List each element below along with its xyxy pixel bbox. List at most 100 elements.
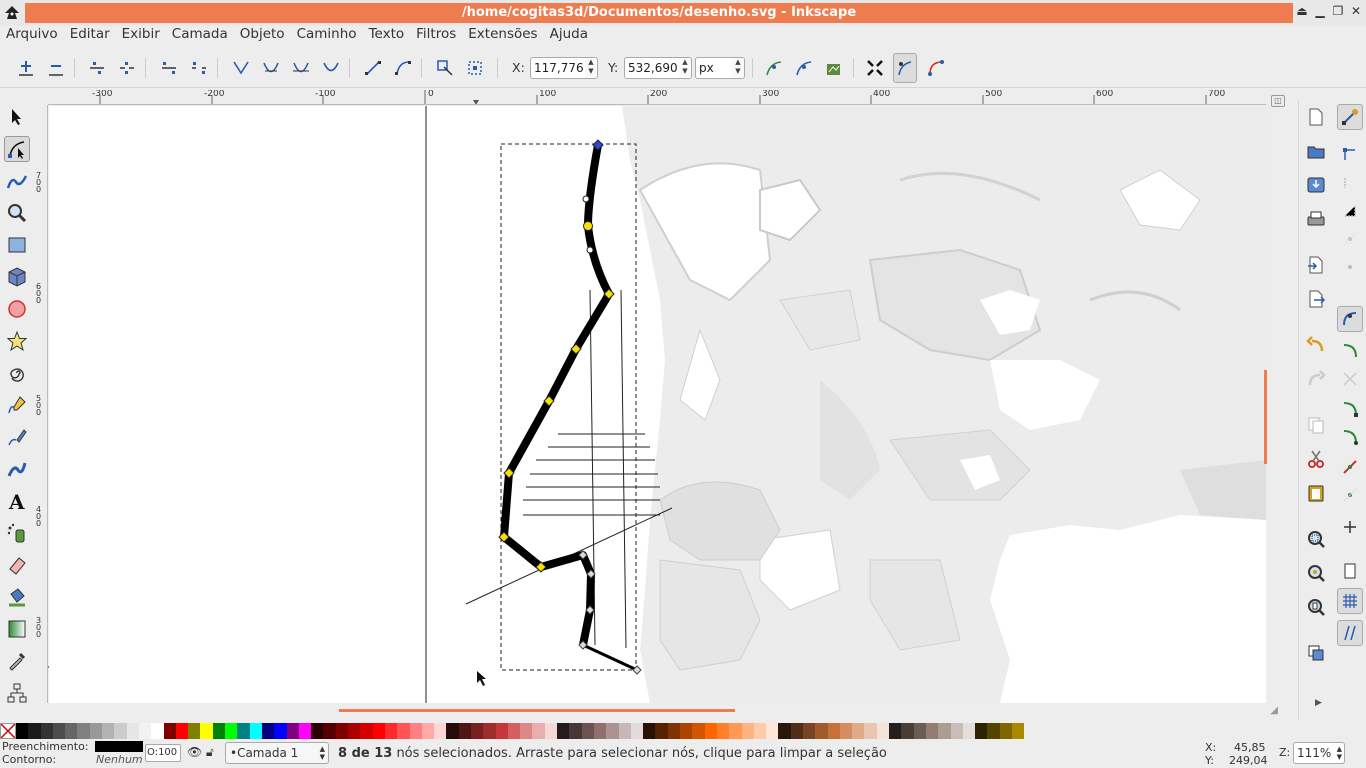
palette-swatch[interactable] bbox=[483, 723, 496, 739]
palette-swatch[interactable] bbox=[16, 723, 29, 739]
text-tool-icon[interactable]: A bbox=[4, 488, 30, 514]
segment-curve-icon[interactable] bbox=[391, 56, 415, 80]
palette-swatch[interactable] bbox=[975, 723, 988, 739]
x-spin-arrows-icon[interactable]: ▲ ▼ bbox=[585, 58, 597, 78]
unit-select[interactable]: px ▲ ▼ bbox=[695, 57, 745, 79]
palette-swatch[interactable] bbox=[348, 723, 361, 739]
palette-swatch[interactable] bbox=[298, 723, 312, 739]
join-segment-icon[interactable] bbox=[157, 56, 181, 80]
menu-texto[interactable]: Texto bbox=[363, 26, 411, 47]
right-bar-expand-arrow-icon[interactable]: ▶ bbox=[1315, 698, 1322, 708]
palette-swatch[interactable] bbox=[569, 723, 582, 739]
palette-swatch[interactable] bbox=[102, 723, 115, 739]
redo-icon[interactable] bbox=[1303, 366, 1329, 392]
snap-nodes-icon[interactable] bbox=[1337, 306, 1363, 332]
vertical-ruler[interactable]: 700 600 500 400 300 bbox=[34, 105, 48, 703]
palette-swatch[interactable] bbox=[630, 723, 644, 739]
palette-swatch[interactable] bbox=[815, 723, 828, 739]
palette-swatch[interactable] bbox=[520, 723, 533, 739]
palette-swatch[interactable] bbox=[643, 723, 656, 739]
palette-swatch[interactable] bbox=[950, 723, 963, 739]
snap-smooth-nodes-icon[interactable] bbox=[1337, 424, 1363, 450]
snap-bbox-edge-icon[interactable] bbox=[1337, 170, 1363, 196]
save-document-icon[interactable] bbox=[1303, 172, 1329, 198]
palette-swatch[interactable] bbox=[458, 723, 471, 739]
menu-objeto[interactable]: Objeto bbox=[234, 26, 291, 47]
snap-bbox-icon[interactable] bbox=[1337, 142, 1363, 168]
star-tool-icon[interactable] bbox=[4, 328, 30, 354]
palette-swatch[interactable] bbox=[311, 723, 324, 739]
node-auto-smooth-icon[interactable] bbox=[319, 56, 343, 80]
rectangle-tool-icon[interactable] bbox=[4, 232, 30, 258]
palette-swatch[interactable] bbox=[65, 723, 78, 739]
snap-page-border-icon[interactable] bbox=[1337, 558, 1363, 584]
palette-swatch[interactable] bbox=[925, 723, 939, 739]
object-to-path-icon[interactable] bbox=[433, 56, 457, 80]
palette-swatch[interactable] bbox=[544, 723, 558, 739]
connector-tool-icon[interactable] bbox=[4, 680, 30, 706]
palette-swatch[interactable] bbox=[901, 723, 914, 739]
palette-swatch[interactable] bbox=[89, 723, 103, 739]
palette-swatches[interactable] bbox=[16, 723, 1366, 739]
snap-path-intersection-icon[interactable] bbox=[1337, 366, 1363, 392]
palette-swatch[interactable] bbox=[495, 723, 508, 739]
next-path-effect-icon[interactable] bbox=[822, 56, 846, 80]
lock-guides-icon[interactable]: ◫ bbox=[1271, 95, 1285, 107]
new-document-icon[interactable] bbox=[1303, 104, 1329, 130]
snap-cusp-nodes-icon[interactable] bbox=[1337, 396, 1363, 422]
path-effect-mask-icon[interactable] bbox=[792, 56, 816, 80]
spiral-tool-icon[interactable] bbox=[4, 360, 30, 386]
menu-camada[interactable]: Camada bbox=[166, 26, 234, 47]
path-nodes[interactable] bbox=[498, 139, 642, 675]
palette-swatch[interactable] bbox=[606, 723, 619, 739]
node-handle[interactable] bbox=[586, 246, 594, 254]
toggle-layer-lock-icon[interactable]: 🔓︎ bbox=[206, 745, 214, 760]
tweak-tool-icon[interactable] bbox=[4, 168, 30, 194]
export-icon[interactable] bbox=[1303, 286, 1329, 312]
palette-swatch[interactable] bbox=[360, 723, 373, 739]
maximize-window-icon[interactable]: ❐ bbox=[1332, 4, 1344, 18]
vertical-scrollbar[interactable] bbox=[1264, 106, 1280, 703]
palette-swatch[interactable] bbox=[237, 723, 250, 739]
menu-ajuda[interactable]: Ajuda bbox=[544, 26, 594, 47]
palette-swatch[interactable] bbox=[692, 723, 705, 739]
eraser-tool-icon[interactable] bbox=[4, 552, 30, 578]
print-document-icon[interactable] bbox=[1303, 206, 1329, 232]
zoom-drawing-icon[interactable] bbox=[1303, 560, 1329, 586]
palette-swatch[interactable] bbox=[188, 723, 201, 739]
palette-swatch[interactable] bbox=[40, 723, 53, 739]
menu-exibir[interactable]: Exibir bbox=[116, 26, 166, 47]
palette-swatch[interactable] bbox=[446, 723, 459, 739]
menu-editar[interactable]: Editar bbox=[64, 26, 116, 47]
palette-swatch[interactable] bbox=[680, 723, 693, 739]
join-nodes-icon[interactable] bbox=[85, 56, 109, 80]
delete-segment-icon[interactable] bbox=[187, 56, 211, 80]
palette-swatch[interactable] bbox=[384, 723, 398, 739]
dropper-tool-icon[interactable] bbox=[4, 648, 30, 674]
snap-bbox-corner-icon[interactable] bbox=[1337, 198, 1363, 224]
show-transform-handles-icon[interactable] bbox=[863, 56, 887, 80]
palette-swatch[interactable] bbox=[151, 723, 164, 739]
horizontal-scrollbar[interactable]: ◢ bbox=[49, 703, 1278, 721]
menu-filtros[interactable]: Filtros bbox=[410, 26, 462, 47]
palette-swatch[interactable] bbox=[249, 723, 262, 739]
palette-swatch[interactable] bbox=[655, 723, 668, 739]
zoom-corner-icon[interactable]: ◢ bbox=[1270, 705, 1278, 716]
profile-path-tail[interactable] bbox=[582, 643, 638, 672]
cut-icon[interactable] bbox=[1303, 446, 1329, 472]
palette-swatch[interactable] bbox=[126, 723, 139, 739]
horizontal-ruler[interactable]: -300 -200 -100 0 100 200 300 400 500 600… bbox=[48, 90, 1266, 105]
palette-swatch[interactable] bbox=[200, 723, 213, 739]
stroke-value[interactable]: Nenhum bbox=[96, 753, 143, 766]
palette-swatch[interactable] bbox=[852, 723, 865, 739]
palette-swatch[interactable] bbox=[286, 723, 299, 739]
palette-swatch[interactable] bbox=[753, 723, 767, 739]
copy-icon[interactable] bbox=[1303, 412, 1329, 438]
snap-rotation-center-icon[interactable] bbox=[1337, 514, 1363, 540]
palette-swatch[interactable] bbox=[790, 723, 803, 739]
layer-dropdown-icon[interactable]: ▲ ▼ bbox=[320, 745, 325, 761]
paste-icon[interactable] bbox=[1303, 480, 1329, 506]
pen-tool-icon[interactable] bbox=[4, 424, 30, 450]
palette-swatch[interactable] bbox=[766, 723, 779, 739]
palette-swatch[interactable] bbox=[397, 723, 410, 739]
